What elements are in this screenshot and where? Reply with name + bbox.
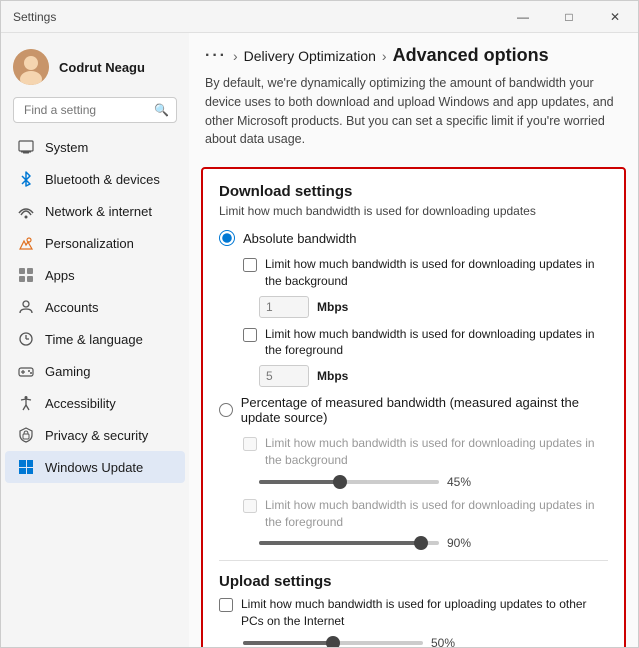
- upload-settings-title: Upload settings: [219, 573, 608, 590]
- windows-update-icon: [17, 458, 35, 476]
- pct-fg-track: [259, 541, 439, 545]
- user-name: Codrut Neagu: [59, 60, 145, 75]
- breadcrumb-current: Advanced options: [393, 45, 549, 66]
- upload-checkbox-row: Limit how much bandwidth is used for upl…: [219, 596, 608, 630]
- percentage-bandwidth-radio[interactable]: [219, 402, 233, 418]
- breadcrumb-sep-2: ›: [382, 48, 387, 64]
- sidebar-item-label-accounts: Accounts: [45, 300, 98, 315]
- gaming-icon: [17, 362, 35, 380]
- apps-icon: [17, 266, 35, 284]
- time-icon: [17, 330, 35, 348]
- section-divider: [219, 560, 608, 561]
- bg-mbps-row: Mbps: [259, 296, 608, 318]
- breadcrumb-parent[interactable]: Delivery Optimization: [244, 48, 376, 64]
- sidebar-item-accounts[interactable]: Accounts: [5, 291, 185, 323]
- description-text: By default, we're dynamically optimizing…: [189, 74, 638, 159]
- percentage-bandwidth-label: Percentage of measured bandwidth (measur…: [241, 395, 608, 425]
- pct-bg-label: Limit how much bandwidth is used for dow…: [265, 435, 608, 469]
- pct-fg-value: 90%: [447, 536, 471, 550]
- search-icon: 🔍: [154, 103, 169, 117]
- download-settings-section: Download settings Limit how much bandwid…: [219, 183, 608, 550]
- sidebar-item-privacy[interactable]: Privacy & security: [5, 419, 185, 451]
- scrollable-content: Download settings Limit how much bandwid…: [189, 159, 638, 647]
- window-title: Settings: [13, 10, 56, 24]
- pct-bg-checkbox-row: Limit how much bandwidth is used for dow…: [243, 435, 608, 469]
- titlebar: Settings — □ ✕: [1, 1, 638, 33]
- sidebar: Codrut Neagu 🔍 System Bluetooth & device…: [1, 33, 189, 647]
- fg-download-checkbox[interactable]: [243, 328, 257, 342]
- settings-window: Settings — □ ✕ Codrut Neagu 🔍: [0, 0, 639, 648]
- upload-slider-row: 50%: [243, 636, 608, 647]
- sidebar-item-windows-update[interactable]: Windows Update: [5, 451, 185, 483]
- sidebar-item-label-gaming: Gaming: [45, 364, 91, 379]
- bg-download-label: Limit how much bandwidth is used for dow…: [265, 256, 608, 290]
- user-section: Codrut Neagu: [1, 41, 189, 97]
- maximize-button[interactable]: □: [546, 1, 592, 33]
- upload-checkbox[interactable]: [219, 598, 233, 612]
- window-controls: — □ ✕: [500, 1, 638, 33]
- download-settings-title: Download settings: [219, 183, 608, 200]
- close-button[interactable]: ✕: [592, 1, 638, 33]
- pct-bg-slider-row: 45%: [259, 475, 608, 489]
- pct-fg-slider-row: 90%: [259, 536, 608, 550]
- bg-download-checkbox-row: Limit how much bandwidth is used for dow…: [243, 256, 608, 290]
- fg-download-checkbox-row: Limit how much bandwidth is used for dow…: [243, 326, 608, 360]
- bg-mbps-unit: Mbps: [317, 300, 348, 314]
- percentage-bandwidth-option[interactable]: Percentage of measured bandwidth (measur…: [219, 395, 608, 425]
- absolute-bandwidth-radio[interactable]: [219, 230, 235, 246]
- fg-download-label: Limit how much bandwidth is used for dow…: [265, 326, 608, 360]
- settings-panel: Download settings Limit how much bandwid…: [201, 167, 626, 647]
- bg-mbps-input[interactable]: [259, 296, 309, 318]
- sidebar-item-label-privacy: Privacy & security: [45, 428, 148, 443]
- absolute-bandwidth-label: Absolute bandwidth: [243, 231, 356, 246]
- breadcrumb-dots[interactable]: ···: [205, 47, 227, 65]
- accounts-icon: [17, 298, 35, 316]
- search-box: 🔍: [13, 97, 177, 123]
- sidebar-item-accessibility[interactable]: Accessibility: [5, 387, 185, 419]
- pct-fg-checkbox-row: Limit how much bandwidth is used for dow…: [243, 497, 608, 531]
- upload-label: Limit how much bandwidth is used for upl…: [241, 596, 608, 630]
- minimize-button[interactable]: —: [500, 1, 546, 33]
- fg-mbps-row: Mbps: [259, 365, 608, 387]
- sidebar-item-gaming[interactable]: Gaming: [5, 355, 185, 387]
- sidebar-item-system[interactable]: System: [5, 131, 185, 163]
- accessibility-icon: [17, 394, 35, 412]
- pct-bg-track: [259, 480, 439, 484]
- content-area: ··· › Delivery Optimization › Advanced o…: [189, 33, 638, 647]
- bg-download-checkbox[interactable]: [243, 258, 257, 272]
- sidebar-item-label-apps: Apps: [45, 268, 75, 283]
- network-icon: [17, 202, 35, 220]
- pct-fg-label: Limit how much bandwidth is used for dow…: [265, 497, 608, 531]
- privacy-icon: [17, 426, 35, 444]
- download-settings-subtitle: Limit how much bandwidth is used for dow…: [219, 204, 608, 218]
- sidebar-item-personalization[interactable]: Personalization: [5, 227, 185, 259]
- pct-bg-checkbox[interactable]: [243, 437, 257, 451]
- bluetooth-icon: [17, 170, 35, 188]
- fg-mbps-input[interactable]: [259, 365, 309, 387]
- fg-mbps-unit: Mbps: [317, 369, 348, 383]
- sidebar-item-label-windows-update: Windows Update: [45, 460, 143, 475]
- sidebar-item-label-accessibility: Accessibility: [45, 396, 116, 411]
- sidebar-item-bluetooth[interactable]: Bluetooth & devices: [5, 163, 185, 195]
- avatar: [13, 49, 49, 85]
- upload-value: 50%: [431, 636, 455, 647]
- pct-fg-checkbox[interactable]: [243, 499, 257, 513]
- sidebar-item-label-system: System: [45, 140, 88, 155]
- system-icon: [17, 138, 35, 156]
- pct-bg-value: 45%: [447, 475, 471, 489]
- personalization-icon: [17, 234, 35, 252]
- sidebar-item-time[interactable]: Time & language: [5, 323, 185, 355]
- upload-track: [243, 641, 423, 645]
- sidebar-item-label-network: Network & internet: [45, 204, 152, 219]
- breadcrumb-sep-1: ›: [233, 48, 238, 64]
- sidebar-item-apps[interactable]: Apps: [5, 259, 185, 291]
- upload-settings-section: Upload settings Limit how much bandwidth…: [219, 573, 608, 647]
- absolute-bandwidth-option[interactable]: Absolute bandwidth: [219, 230, 608, 246]
- sidebar-item-network[interactable]: Network & internet: [5, 195, 185, 227]
- sidebar-item-label-personalization: Personalization: [45, 236, 134, 251]
- sidebar-item-label-bluetooth: Bluetooth & devices: [45, 172, 160, 187]
- breadcrumb: ··· › Delivery Optimization › Advanced o…: [189, 33, 638, 74]
- sidebar-item-label-time: Time & language: [45, 332, 143, 347]
- search-input[interactable]: [13, 97, 177, 123]
